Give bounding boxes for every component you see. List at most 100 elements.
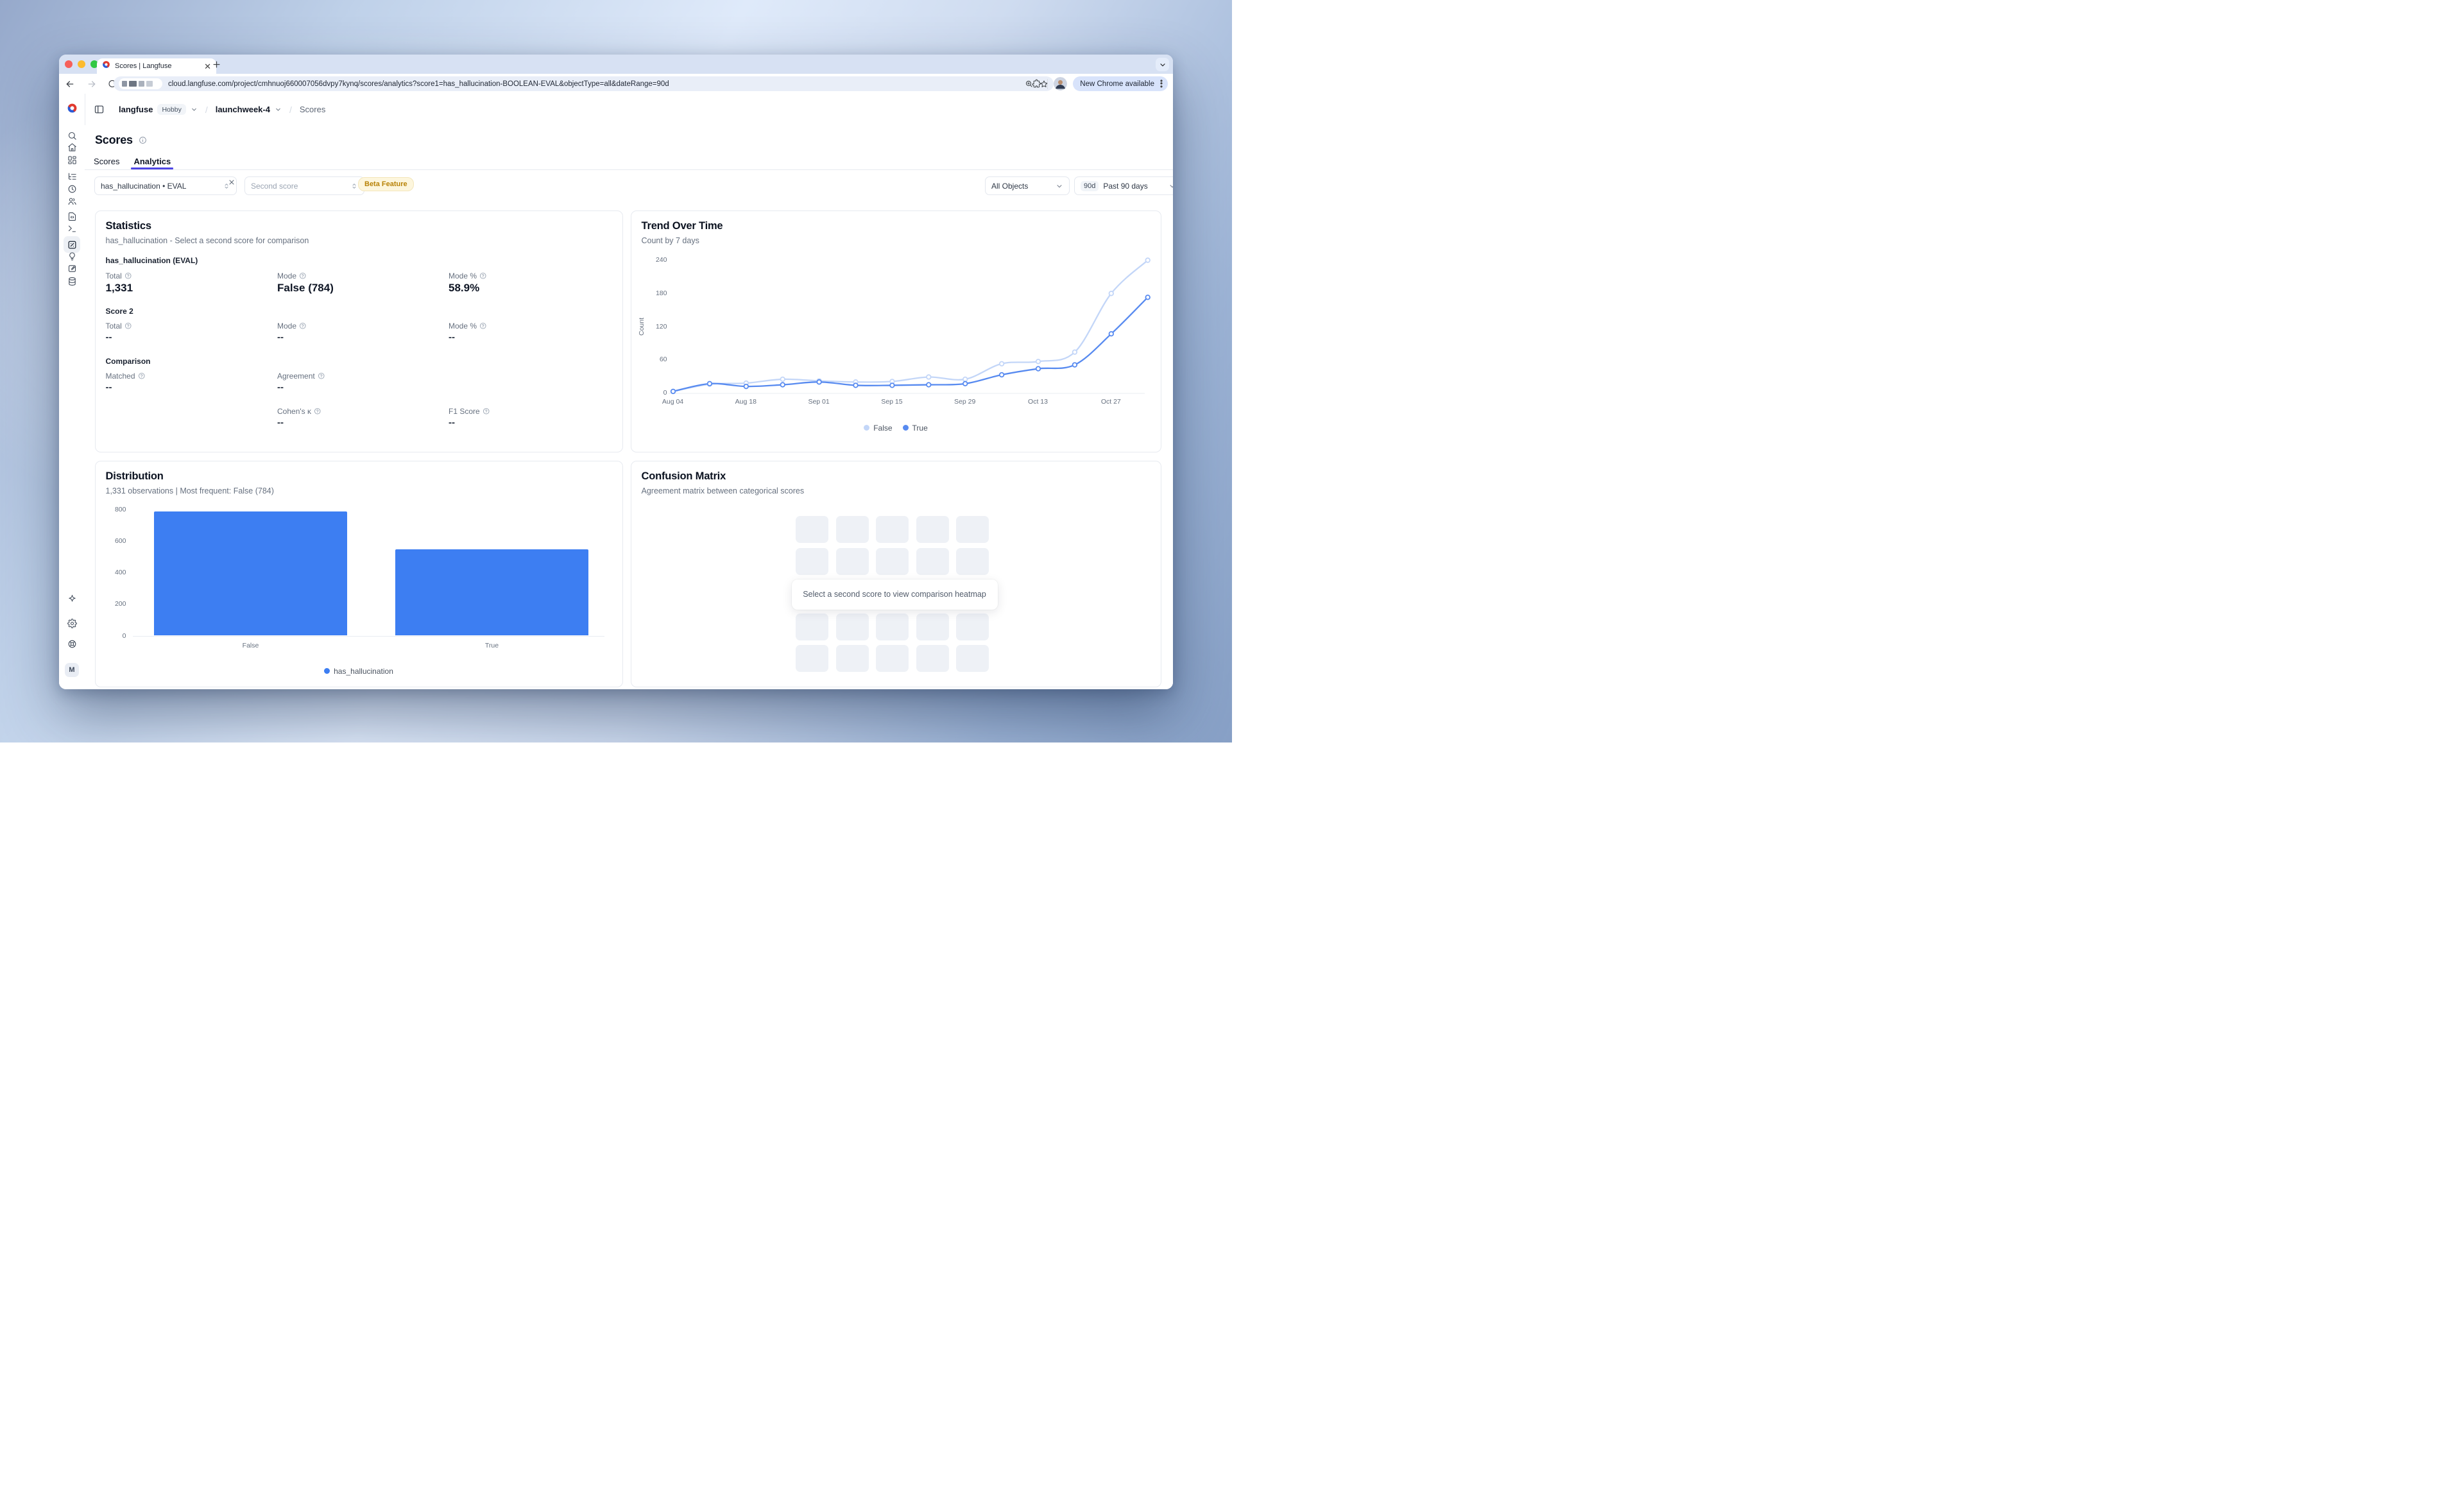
stat-value: --	[277, 417, 284, 428]
heatmap-placeholder-tile	[956, 645, 989, 672]
range-label: Past 90 days	[1103, 182, 1147, 191]
site-info-chip[interactable]	[119, 78, 162, 89]
sidebar-item-users[interactable]	[64, 193, 80, 210]
heatmap-placeholder-tile	[916, 614, 949, 640]
stat-value: --	[449, 417, 455, 428]
lifebuoy-icon	[67, 639, 77, 649]
forward-button[interactable]	[87, 79, 97, 89]
app-header: langfuse Hobby / launchweek-4 / Scores	[59, 94, 1173, 126]
stat-label: Mode	[277, 322, 307, 330]
bar-true	[395, 549, 588, 636]
y-tick-label: 600	[101, 537, 126, 545]
browser-toolbar: cloud.langfuse.com/project/cmhnuoj660007…	[59, 74, 1173, 94]
heatmap-placeholder-tile	[836, 548, 869, 575]
statistics-panel: Statistics has_hallucination - Select a …	[95, 210, 623, 452]
breadcrumb: langfuse Hobby / launchweek-4 / Scores	[119, 104, 325, 115]
object-type-select[interactable]: All Objects	[985, 176, 1070, 195]
statistics-subtitle: has_hallucination - Select a second scor…	[106, 236, 309, 245]
clock-icon	[67, 184, 77, 194]
breadcrumb-slash: /	[289, 105, 292, 115]
extensions-icon[interactable]	[1032, 79, 1041, 89]
help-icon[interactable]	[124, 322, 132, 330]
distribution-panel: Distribution 1,331 observations | Most f…	[95, 461, 623, 687]
project-chevron-down-icon[interactable]	[275, 106, 282, 113]
help-icon[interactable]	[479, 322, 487, 330]
info-icon[interactable]	[139, 136, 147, 144]
heatmap-placeholder-tile	[836, 614, 869, 640]
sidebar-item-dashboards[interactable]	[64, 151, 80, 168]
trend-over-time-panel: Trend Over Time Count by 7 days FalseTru…	[631, 210, 1161, 452]
address-bar[interactable]: cloud.langfuse.com/project/cmhnuoj660007…	[114, 76, 1054, 91]
score1-select[interactable]: has_hallucination • EVAL	[94, 176, 237, 195]
minimize-window-button[interactable]	[78, 60, 85, 68]
score2-select[interactable]: Second score	[244, 176, 364, 195]
stat-value: --	[106, 332, 112, 343]
heatmap-placeholder-tile	[796, 548, 828, 575]
heatmap-placeholder-tile	[956, 548, 989, 575]
tab-close-icon[interactable]: ✕	[204, 62, 211, 71]
sidebar-item-support[interactable]	[64, 636, 80, 653]
langfuse-favicon	[102, 60, 110, 72]
y-tick-label: 180	[642, 289, 667, 297]
sidebar-item-settings[interactable]	[64, 615, 80, 631]
help-icon[interactable]	[479, 272, 487, 280]
new-tab-button[interactable]	[212, 60, 221, 73]
heatmap-placeholder-tile	[916, 645, 949, 672]
sidebar: M	[59, 125, 85, 689]
sidebar-toggle-button[interactable]	[94, 104, 105, 115]
stats-section-label: Comparison	[106, 357, 151, 366]
sidebar-item-datasets[interactable]	[64, 273, 80, 289]
heatmap-placeholder-tile	[796, 645, 828, 672]
legend-item-false[interactable]: False	[864, 424, 892, 433]
x-tick-label: False	[154, 642, 347, 649]
profile-avatar[interactable]	[1054, 77, 1067, 90]
help-icon[interactable]	[138, 372, 146, 380]
breadcrumb-org[interactable]: langfuse	[119, 105, 153, 114]
stat-value: --	[277, 332, 284, 343]
desktop-background: Scores | Langfuse ✕ cloud.langfuse.com/p…	[0, 0, 1232, 742]
y-tick-label: 800	[101, 506, 126, 513]
date-range-select[interactable]: 90d Past 90 days	[1074, 176, 1173, 195]
tab-scores[interactable]: Scores	[92, 153, 121, 169]
back-button[interactable]	[65, 79, 75, 89]
user-avatar[interactable]: M	[65, 663, 79, 677]
sidebar-item-playground[interactable]	[64, 220, 80, 237]
tab-search-button[interactable]	[1156, 58, 1169, 71]
help-icon[interactable]	[318, 372, 325, 380]
heatmap-placeholder-tile	[876, 614, 909, 640]
breadcrumb-project[interactable]: launchweek-4	[216, 105, 270, 114]
clear-score1-button[interactable]	[228, 178, 235, 186]
help-icon[interactable]	[299, 322, 307, 330]
breadcrumb-section: Scores	[300, 105, 325, 114]
legend-item[interactable]: has_hallucination	[324, 667, 393, 676]
users-icon	[67, 196, 77, 206]
langfuse-logo	[67, 103, 78, 117]
tab-analytics[interactable]: Analytics	[132, 153, 172, 169]
distribution-legend: has_hallucination	[96, 667, 622, 676]
help-icon[interactable]	[483, 408, 490, 415]
stat-label: Total	[106, 322, 132, 330]
help-icon[interactable]	[314, 408, 321, 415]
x-tick-label: Aug 04	[654, 398, 692, 406]
langfuse-app: langfuse Hobby / launchweek-4 / Scores M…	[59, 94, 1173, 689]
help-icon[interactable]	[299, 272, 307, 280]
y-tick-label: 200	[101, 600, 126, 608]
chrome-update-pill[interactable]: New Chrome available •••	[1073, 76, 1168, 91]
help-icon[interactable]	[124, 272, 132, 280]
browser-tab-strip: Scores | Langfuse ✕	[59, 55, 1173, 74]
stat-value: False (784)	[277, 282, 334, 295]
browser-menu-icon[interactable]: •••	[1158, 80, 1165, 88]
y-tick-label: 0	[101, 632, 126, 640]
chrome-update-label: New Chrome available	[1080, 80, 1154, 88]
browser-tab[interactable]: Scores | Langfuse ✕	[97, 58, 216, 74]
heatmap-placeholder-tile	[956, 614, 989, 640]
close-window-button[interactable]	[65, 60, 73, 68]
heatmap-placeholder-tile	[956, 516, 989, 543]
gear-icon	[67, 619, 77, 628]
stat-value: --	[277, 382, 284, 393]
x-tick-label: Sep 29	[946, 398, 984, 406]
legend-item-true[interactable]: True	[903, 424, 928, 433]
org-chevron-down-icon[interactable]	[191, 106, 198, 113]
heatmap-placeholder-tile	[796, 516, 828, 543]
sidebar-item-upgrade[interactable]	[64, 591, 80, 608]
